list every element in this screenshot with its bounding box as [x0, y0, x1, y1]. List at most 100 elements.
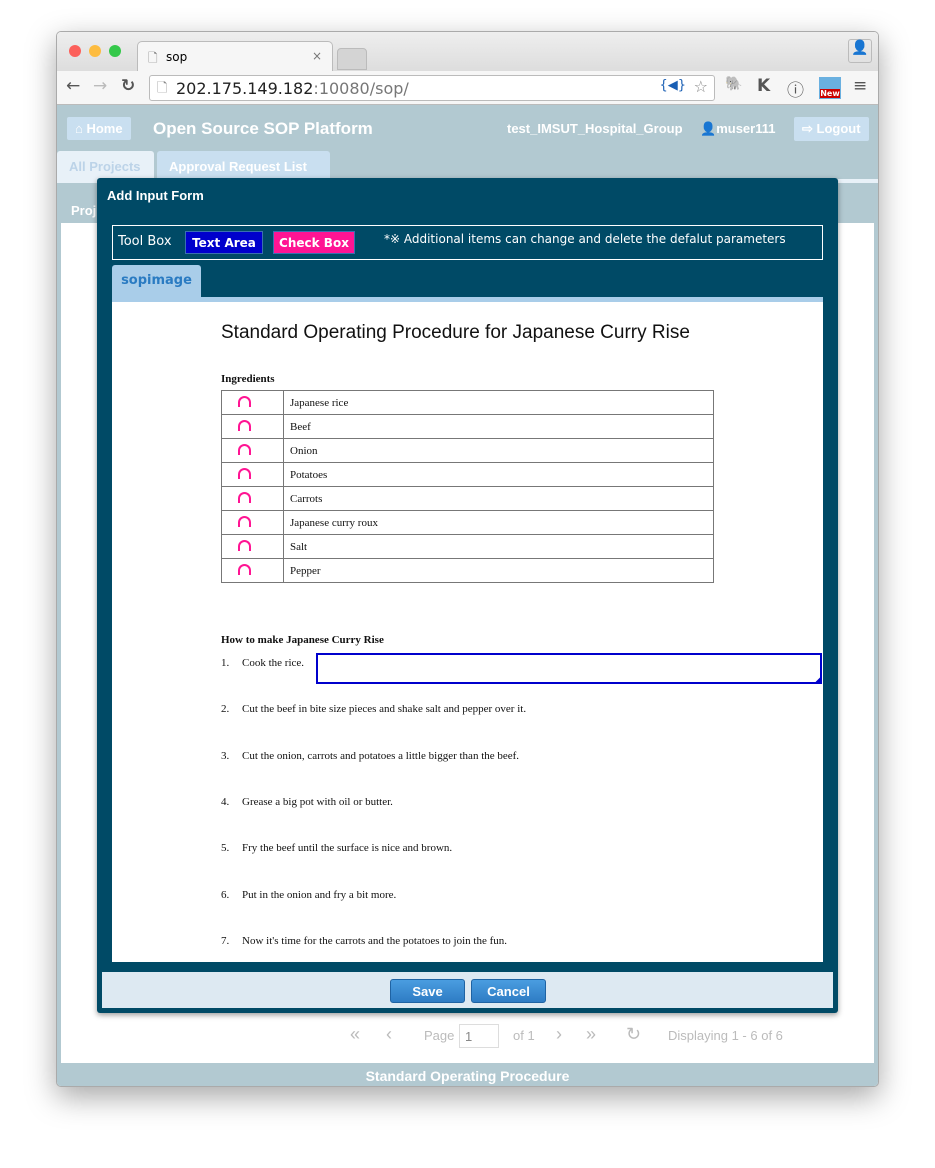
ingredient-name: Salt	[283, 534, 714, 559]
forward-icon[interactable]: →	[93, 76, 107, 96]
password-icon[interactable]: ⓘ	[787, 76, 804, 101]
projects-panel-title: Proj	[71, 203, 97, 218]
page-count: of 1	[513, 1028, 535, 1043]
page-input[interactable]	[459, 1024, 499, 1048]
checkbox-field[interactable]	[238, 491, 251, 503]
add-input-form-dialog: Add Input Form Tool Box Text Area Check …	[97, 178, 838, 1013]
save-button[interactable]: Save	[390, 979, 465, 1003]
group-name: test_IMSUT_Hospital_Group	[507, 121, 683, 136]
checkbox-cell	[221, 510, 284, 535]
close-window-button[interactable]	[69, 45, 81, 57]
user-label: muser111	[716, 121, 776, 136]
howto-heading: How to make Japanese Curry Rise	[221, 634, 384, 646]
step-text: Fry the beef until the surface is nice a…	[242, 842, 453, 855]
check-box-tool-button[interactable]: Check Box	[273, 231, 355, 254]
menu-icon[interactable]: ≡	[853, 76, 867, 96]
toolbox-note: *※ Additional items can change and delet…	[384, 232, 786, 246]
ingredient-row: Onion	[221, 438, 714, 463]
maximize-window-button[interactable]	[109, 45, 121, 57]
logout-label: Logout	[816, 121, 861, 136]
ingredient-name: Carrots	[283, 486, 714, 511]
first-page-icon[interactable]: «	[350, 1024, 360, 1045]
checkbox-field[interactable]	[238, 515, 251, 527]
logout-button[interactable]: ⇨ Logout	[794, 117, 869, 141]
step-number: 4.	[221, 795, 230, 808]
home-icon: ⌂	[75, 121, 87, 136]
checkbox-cell	[221, 438, 284, 463]
checkbox-field[interactable]	[238, 467, 251, 479]
url-path: :10080/sop/	[313, 79, 409, 98]
refresh-icon[interactable]: ↻	[626, 1024, 641, 1045]
checkbox-cell	[221, 486, 284, 511]
checkbox-cell	[221, 414, 284, 439]
step-text: Put in the onion and fry a bit more.	[242, 888, 397, 901]
step-number: 2.	[221, 703, 230, 716]
k-extension-icon[interactable]: K	[757, 76, 770, 96]
checkbox-field[interactable]	[238, 539, 251, 551]
close-tab-icon[interactable]: ×	[312, 49, 322, 63]
ingredient-row: Japanese rice	[221, 390, 714, 415]
text-area-tool-button[interactable]: Text Area	[185, 231, 263, 254]
ingredient-name: Potatoes	[283, 462, 714, 487]
checkbox-field[interactable]	[238, 419, 251, 431]
checkbox-cell	[221, 390, 284, 415]
logout-icon: ⇨	[802, 121, 817, 136]
step-item: 4. Grease a big pot with oil or butter.	[221, 796, 393, 808]
step-number: 1.	[221, 657, 230, 669]
prev-page-icon[interactable]: ‹	[386, 1024, 392, 1045]
next-page-icon[interactable]: ›	[556, 1024, 562, 1045]
browser-tab[interactable]: 🗋 sop ×	[137, 41, 333, 72]
toolbox: Tool Box Text Area Check Box *※ Addition…	[112, 225, 823, 260]
step-item: 2. Cut the beef in bite size pieces and s…	[221, 703, 526, 715]
profile-icon[interactable]: 👤	[848, 39, 872, 63]
dialog-title: Add Input Form	[107, 188, 204, 203]
step-item: 3. Cut the onion, carrots and potatoes a …	[221, 750, 519, 762]
user-name: 👤muser111	[700, 121, 775, 137]
ingredient-name: Beef	[283, 414, 714, 439]
reload-icon[interactable]: ↻	[121, 76, 135, 96]
step-number: 7.	[221, 934, 230, 947]
display-info: Displaying 1 - 6 of 6	[668, 1028, 783, 1043]
tab-sopimage[interactable]: sopimage	[112, 265, 201, 297]
page-label: Page	[424, 1028, 455, 1043]
new-tab-button[interactable]	[337, 48, 367, 70]
app-title: Open Source SOP Platform	[153, 119, 373, 138]
tab-title: sop	[166, 50, 188, 64]
home-button[interactable]: ⌂ Home	[67, 117, 131, 140]
minimize-window-button[interactable]	[89, 45, 101, 57]
extension-icon[interactable]: {◀}	[659, 78, 686, 93]
sop-document: Standard Operating Procedure for Japanes…	[112, 302, 823, 962]
cancel-button[interactable]: Cancel	[471, 979, 546, 1003]
step-text: Cut the beef in bite size pieces and sha…	[242, 703, 527, 716]
step-item: 1. Cook the rice.	[221, 657, 304, 669]
ingredient-name: Onion	[283, 438, 714, 463]
page-icon: 🗋	[157, 81, 168, 96]
address-bar[interactable]: 🗋 202.175.149.182:10080/sop/ ☆ {◀}	[149, 75, 715, 101]
ingredient-row: Carrots	[221, 486, 714, 511]
last-page-icon[interactable]: »	[586, 1024, 596, 1045]
star-icon[interactable]: ☆	[694, 77, 708, 96]
text-area-field[interactable]: ◢	[316, 653, 822, 684]
checkbox-field[interactable]	[238, 563, 251, 575]
ingredient-row: Japanese curry roux	[221, 510, 714, 535]
new-extension-icon[interactable]: New	[819, 77, 841, 99]
checkbox-cell	[221, 558, 284, 583]
ingredient-name: Pepper	[283, 558, 714, 583]
evernote-icon[interactable]: 🐘	[725, 76, 742, 92]
back-icon[interactable]: ←	[66, 76, 80, 96]
tab-approval-request-list[interactable]: Approval Request List	[157, 151, 330, 181]
ingredient-name: Japanese rice	[283, 390, 714, 415]
page-icon: 🗋	[148, 51, 158, 65]
checkbox-field[interactable]	[238, 443, 251, 455]
resize-handle-icon[interactable]: ◢	[815, 676, 820, 684]
footer-title: Standard Operating Procedure	[365, 1068, 570, 1084]
step-number: 6.	[221, 888, 230, 901]
step-number: 5.	[221, 842, 230, 855]
browser-toolbar: ← → ↻ 🗋 202.175.149.182:10080/sop/ ☆ {◀}…	[57, 71, 878, 105]
ingredient-row: Beef	[221, 414, 714, 439]
checkbox-field[interactable]	[238, 395, 251, 407]
checkbox-cell	[221, 534, 284, 559]
step-text: Now it's time for the carrots and the po…	[242, 934, 508, 947]
checkbox-cell	[221, 462, 284, 487]
tab-all-projects[interactable]: All Projects	[57, 151, 154, 181]
